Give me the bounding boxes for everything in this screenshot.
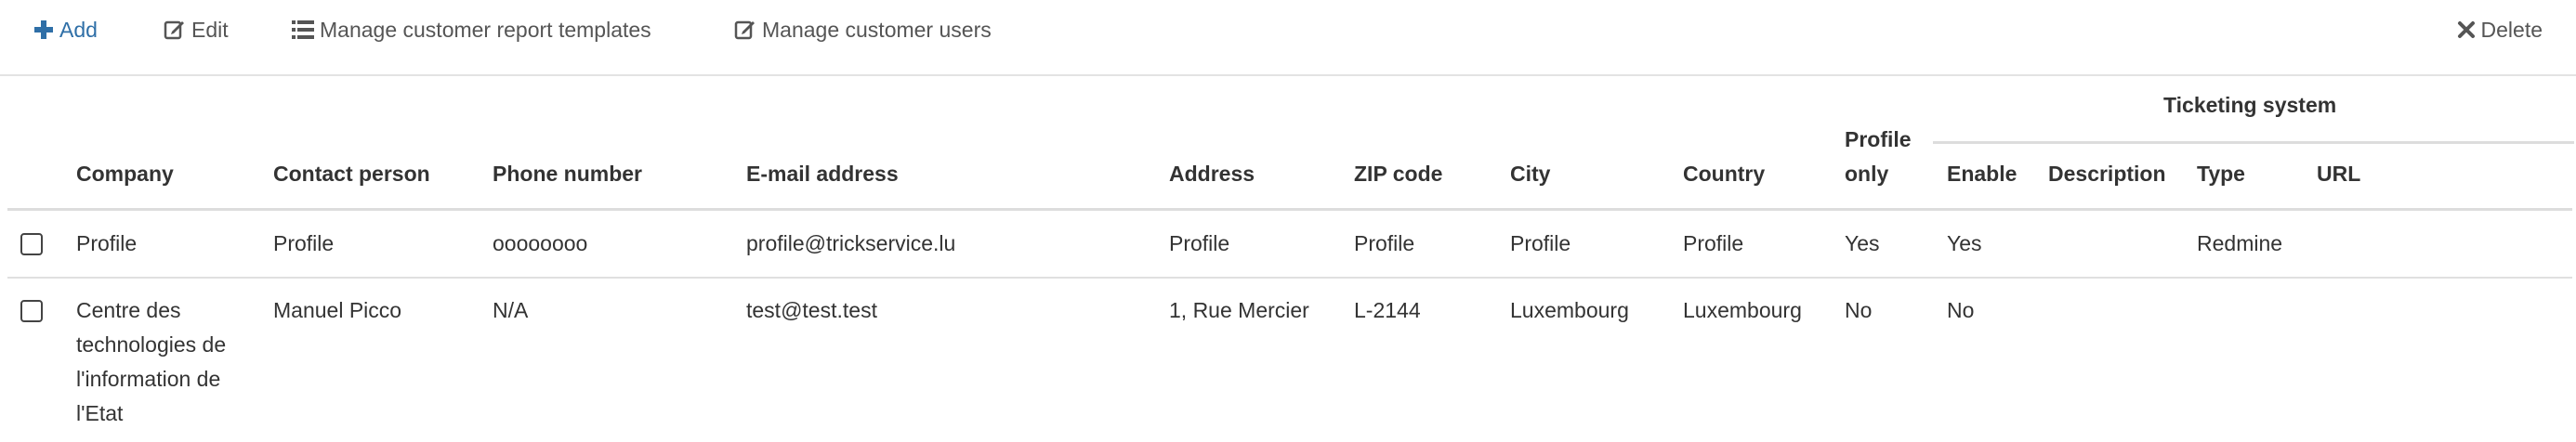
add-button-label: Add xyxy=(59,17,98,42)
column-header-address[interactable]: Address xyxy=(1169,162,1255,187)
column-header-contact-person[interactable]: Contact person xyxy=(273,162,430,187)
cell-contact-person: Profile xyxy=(273,231,335,255)
column-header-url[interactable]: URL xyxy=(2317,162,2360,187)
cell-phone-number: oooooooo xyxy=(493,231,588,255)
row-checkbox[interactable] xyxy=(20,233,43,255)
list-icon xyxy=(292,20,314,40)
toolbar: Add Edit Manage customer report template… xyxy=(0,0,2576,76)
manage-customer-users-label: Manage customer users xyxy=(762,17,992,42)
cell-type: Redmine xyxy=(2197,231,2283,255)
header-divider xyxy=(7,208,2572,211)
cell-address: 1, Rue Mercier xyxy=(1169,298,1309,322)
cell-country: Luxembourg xyxy=(1683,298,1802,322)
cell-zip-code: Profile xyxy=(1354,231,1415,255)
add-button[interactable]: Add xyxy=(33,11,98,48)
column-header-profile-only-line1[interactable]: Profile xyxy=(1845,127,1912,152)
column-header-profile-only-line2[interactable]: only xyxy=(1845,162,1888,187)
cell-enable: No xyxy=(1947,298,1975,322)
cell-profile-only: Yes xyxy=(1845,231,1880,255)
cell-company-line: Centre des xyxy=(76,298,181,322)
column-header-enable[interactable]: Enable xyxy=(1947,162,2017,187)
cell-email: profile@trickservice.lu xyxy=(746,231,956,255)
plus-icon xyxy=(33,20,54,40)
column-header-city[interactable]: City xyxy=(1510,162,1550,187)
column-header-description[interactable]: Description xyxy=(2048,162,2166,187)
cell-city: Profile xyxy=(1510,231,1571,255)
cell-company-line: l'information de xyxy=(76,367,221,391)
row-checkbox[interactable] xyxy=(20,300,43,322)
manage-customer-users-button[interactable]: Manage customer users xyxy=(734,11,992,48)
cell-country: Profile xyxy=(1683,231,1744,255)
edit-icon xyxy=(734,19,756,41)
column-header-country[interactable]: Country xyxy=(1683,162,1765,187)
cell-city: Luxembourg xyxy=(1510,298,1629,322)
cell-zip-code: L-2144 xyxy=(1354,298,1421,322)
cell-phone-number: N/A xyxy=(493,298,529,322)
column-header-zip-code[interactable]: ZIP code xyxy=(1354,162,1442,187)
cell-company: Profile xyxy=(76,231,138,255)
row-divider xyxy=(7,277,2572,279)
manage-report-templates-button[interactable]: Manage customer report templates xyxy=(292,11,651,48)
close-icon xyxy=(2457,20,2476,39)
cell-address: Profile xyxy=(1169,231,1230,255)
column-header-company[interactable]: Company xyxy=(76,162,174,187)
cell-contact-person: Manuel Picco xyxy=(273,298,402,322)
ticketing-system-group-header: Ticketing system xyxy=(2163,93,2337,117)
edit-button-label: Edit xyxy=(191,17,229,42)
column-header-type[interactable]: Type xyxy=(2197,162,2245,187)
manage-report-templates-label: Manage customer report templates xyxy=(320,17,651,42)
delete-button-label: Delete xyxy=(2480,17,2543,42)
edit-button[interactable]: Edit xyxy=(164,11,229,48)
edit-icon xyxy=(164,19,186,41)
column-header-email[interactable]: E-mail address xyxy=(746,162,899,187)
cell-company-line: l'Etat xyxy=(76,401,124,425)
group-header-divider xyxy=(1933,141,2574,144)
cell-company-line: technologies de xyxy=(76,332,227,357)
delete-button[interactable]: Delete xyxy=(2457,11,2543,48)
cell-enable: Yes xyxy=(1947,231,1982,255)
column-header-phone-number[interactable]: Phone number xyxy=(493,162,642,187)
cell-email: test@test.test xyxy=(746,298,877,322)
cell-profile-only: No xyxy=(1845,298,1873,322)
